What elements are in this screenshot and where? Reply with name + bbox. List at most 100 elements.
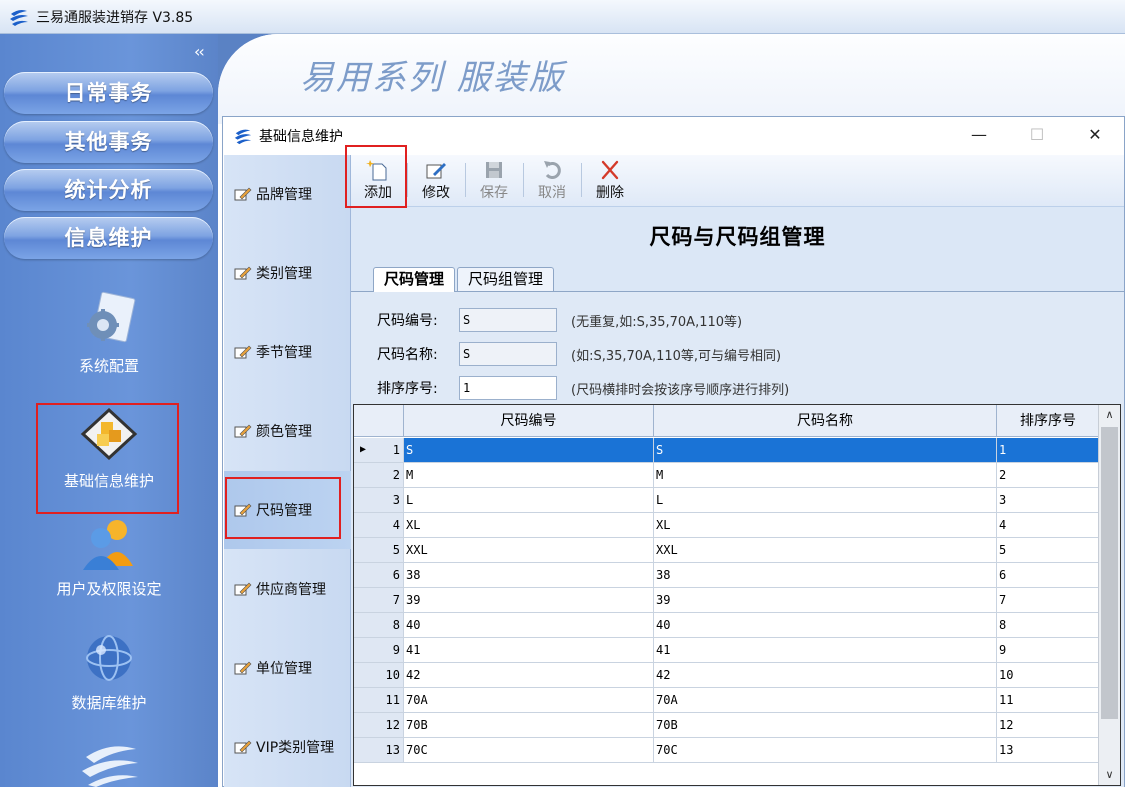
grid-cell-sort-order[interactable]: 7: [997, 588, 1100, 612]
grid-cell-size-name[interactable]: 70B: [654, 713, 997, 737]
grid-cell-size-name[interactable]: 70C: [654, 738, 997, 762]
collapse-sidebar-button[interactable]: ‹‹: [194, 42, 205, 61]
table-row[interactable]: 3LL3: [354, 488, 1100, 513]
grid-vertical-scrollbar[interactable]: ∧ ∨: [1098, 405, 1120, 785]
grid-cell-size-code[interactable]: 41: [404, 638, 654, 662]
grid-cell-size-code[interactable]: XL: [404, 513, 654, 537]
grid-cell-sort-order[interactable]: 8: [997, 613, 1100, 637]
sort-order-row: 排序序号: 1 (尺码横排时会按该序号顺序进行排列): [377, 376, 789, 400]
table-row[interactable]: 6 38 38 6: [354, 563, 1100, 588]
size-management-panel: 尺码编号: S (无重复,如:S,35,70A,110等) 尺码名称: S (如…: [351, 291, 1124, 787]
inner-nav-category[interactable]: 类别管理: [224, 234, 351, 312]
scroll-down-arrow[interactable]: ∨: [1099, 765, 1120, 785]
grid-cell-size-code[interactable]: 70A: [404, 688, 654, 712]
size-name-input[interactable]: S: [459, 342, 557, 366]
inner-nav-unit[interactable]: 单位管理: [224, 629, 351, 707]
table-row[interactable]: 10 42 42 10: [354, 663, 1100, 688]
grid-cell-sort-order[interactable]: 6: [997, 563, 1100, 587]
system-config-tool[interactable]: 系统配置: [0, 289, 218, 376]
grid-cell-size-name[interactable]: 42: [654, 663, 997, 687]
inner-nav-color[interactable]: 颜色管理: [224, 392, 351, 470]
cancel-button[interactable]: 取消: [527, 159, 577, 203]
grid-cell-sort-order[interactable]: 4: [997, 513, 1100, 537]
grid-col-size-code[interactable]: 尺码编号: [404, 405, 654, 437]
table-row[interactable]: 5 XXL XXL 5: [354, 538, 1100, 563]
grid-cell-size-name[interactable]: M: [654, 463, 997, 487]
size-code-input[interactable]: S: [459, 308, 557, 332]
table-row[interactable]: 1 ▶ S S 1: [354, 438, 1100, 463]
inner-nav-brand[interactable]: 品牌管理: [224, 155, 351, 233]
table-row[interactable]: 9 41 41 9: [354, 638, 1100, 663]
table-row[interactable]: 11 70A 70A 11: [354, 688, 1100, 713]
grid-cell-size-name[interactable]: L: [654, 488, 997, 512]
table-row[interactable]: 13 70C 70C 13: [354, 738, 1100, 763]
table-row[interactable]: 7 39 39 7: [354, 588, 1100, 613]
inner-nav-supplier[interactable]: 供应商管理: [224, 550, 351, 628]
table-row[interactable]: 2MM2: [354, 463, 1100, 488]
close-button[interactable]: ✕: [1083, 125, 1107, 145]
grid-cell-size-code[interactable]: 70C: [404, 738, 654, 762]
inner-nav: 品牌管理 类别管理 季节管理 颜色管理 尺码管理 供应商管理 单位管理 VIP类…: [224, 155, 351, 787]
grid-cell-size-code[interactable]: XXL: [404, 538, 654, 562]
inner-nav-label: 单位管理: [256, 661, 312, 677]
delete-button[interactable]: 删除: [585, 159, 635, 203]
inner-nav-season[interactable]: 季节管理: [224, 313, 351, 391]
grid-cell-size-code[interactable]: L: [404, 488, 654, 512]
inner-nav-size[interactable]: 尺码管理: [224, 471, 351, 549]
edit-button[interactable]: 修改: [411, 159, 461, 203]
add-button[interactable]: 添加: [353, 159, 403, 203]
grid-cell-size-name[interactable]: 39: [654, 588, 997, 612]
nav-info-maintenance-button[interactable]: 信息维护: [4, 217, 213, 259]
inner-nav-vip-category[interactable]: VIP类别管理: [224, 708, 351, 786]
grid-cell-sort-order[interactable]: 13: [997, 738, 1100, 762]
basic-info-tool[interactable]: 基础信息维护: [0, 406, 218, 491]
grid-cell-sort-order[interactable]: 12: [997, 713, 1100, 737]
sort-order-hint: (尺码横排时会按该序号顺序进行排列): [571, 382, 790, 398]
grid-cell-sort-order[interactable]: 10: [997, 663, 1100, 687]
scroll-thumb[interactable]: [1101, 427, 1118, 719]
grid-cell-sort-order[interactable]: 2: [997, 463, 1100, 487]
tab-size-group-management[interactable]: 尺码组管理: [457, 267, 555, 291]
cancel-label: 取消: [538, 185, 566, 201]
grid-cell-size-name[interactable]: 70A: [654, 688, 997, 712]
edit-note-icon: [234, 503, 252, 517]
grid-col-sort-order[interactable]: 排序序号: [997, 405, 1100, 437]
grid-cell-sort-order[interactable]: 5: [997, 538, 1100, 562]
grid-cell-size-code[interactable]: M: [404, 463, 654, 487]
table-row[interactable]: 12 70B 70B 12: [354, 713, 1100, 738]
grid-cell-size-name[interactable]: XL: [654, 513, 997, 537]
grid-rownum-header: [354, 405, 404, 437]
app-titlebar: 三易通服装进销存 V3.85: [0, 0, 1125, 34]
minimize-button[interactable]: —: [967, 125, 991, 145]
sort-order-input[interactable]: 1: [459, 376, 557, 400]
grid-cell-sort-order[interactable]: 11: [997, 688, 1100, 712]
window-titlebar[interactable]: 基础信息维护 — ☐ ✕: [223, 117, 1124, 155]
scroll-up-arrow[interactable]: ∧: [1099, 405, 1120, 425]
users-permissions-tool[interactable]: 用户及权限设定: [0, 516, 218, 599]
tab-size-management[interactable]: 尺码管理: [373, 267, 456, 292]
grid-cell-size-name[interactable]: S: [654, 438, 997, 462]
table-row[interactable]: 8 40 40 8: [354, 613, 1100, 638]
maximize-button[interactable]: ☐: [1025, 125, 1049, 145]
grid-cell-size-code[interactable]: 70B: [404, 713, 654, 737]
grid-cell-size-code[interactable]: 39: [404, 588, 654, 612]
grid-cell-sort-order[interactable]: 3: [997, 488, 1100, 512]
nav-other-affairs-button[interactable]: 其他事务: [4, 121, 213, 163]
grid-cell-size-name[interactable]: 40: [654, 613, 997, 637]
table-row[interactable]: 4 XL XL 4: [354, 513, 1100, 538]
nav-statistics-button[interactable]: 统计分析: [4, 169, 213, 211]
save-button[interactable]: 保存: [469, 159, 519, 203]
grid-cell-size-code[interactable]: 42: [404, 663, 654, 687]
grid-cell-sort-order[interactable]: 1: [997, 438, 1100, 462]
grid-cell-size-name[interactable]: 38: [654, 563, 997, 587]
grid-cell-size-name[interactable]: XXL: [654, 538, 997, 562]
window-title: 基础信息维护: [259, 129, 343, 145]
grid-cell-size-code[interactable]: 38: [404, 563, 654, 587]
grid-cell-size-name[interactable]: 41: [654, 638, 997, 662]
database-maintenance-tool[interactable]: 数据库维护: [0, 632, 218, 713]
grid-cell-size-code[interactable]: 40: [404, 613, 654, 637]
nav-daily-affairs-button[interactable]: 日常事务: [4, 72, 213, 114]
grid-cell-sort-order[interactable]: 9: [997, 638, 1100, 662]
grid-cell-size-code[interactable]: S: [404, 438, 654, 462]
grid-col-size-name[interactable]: 尺码名称: [654, 405, 997, 437]
